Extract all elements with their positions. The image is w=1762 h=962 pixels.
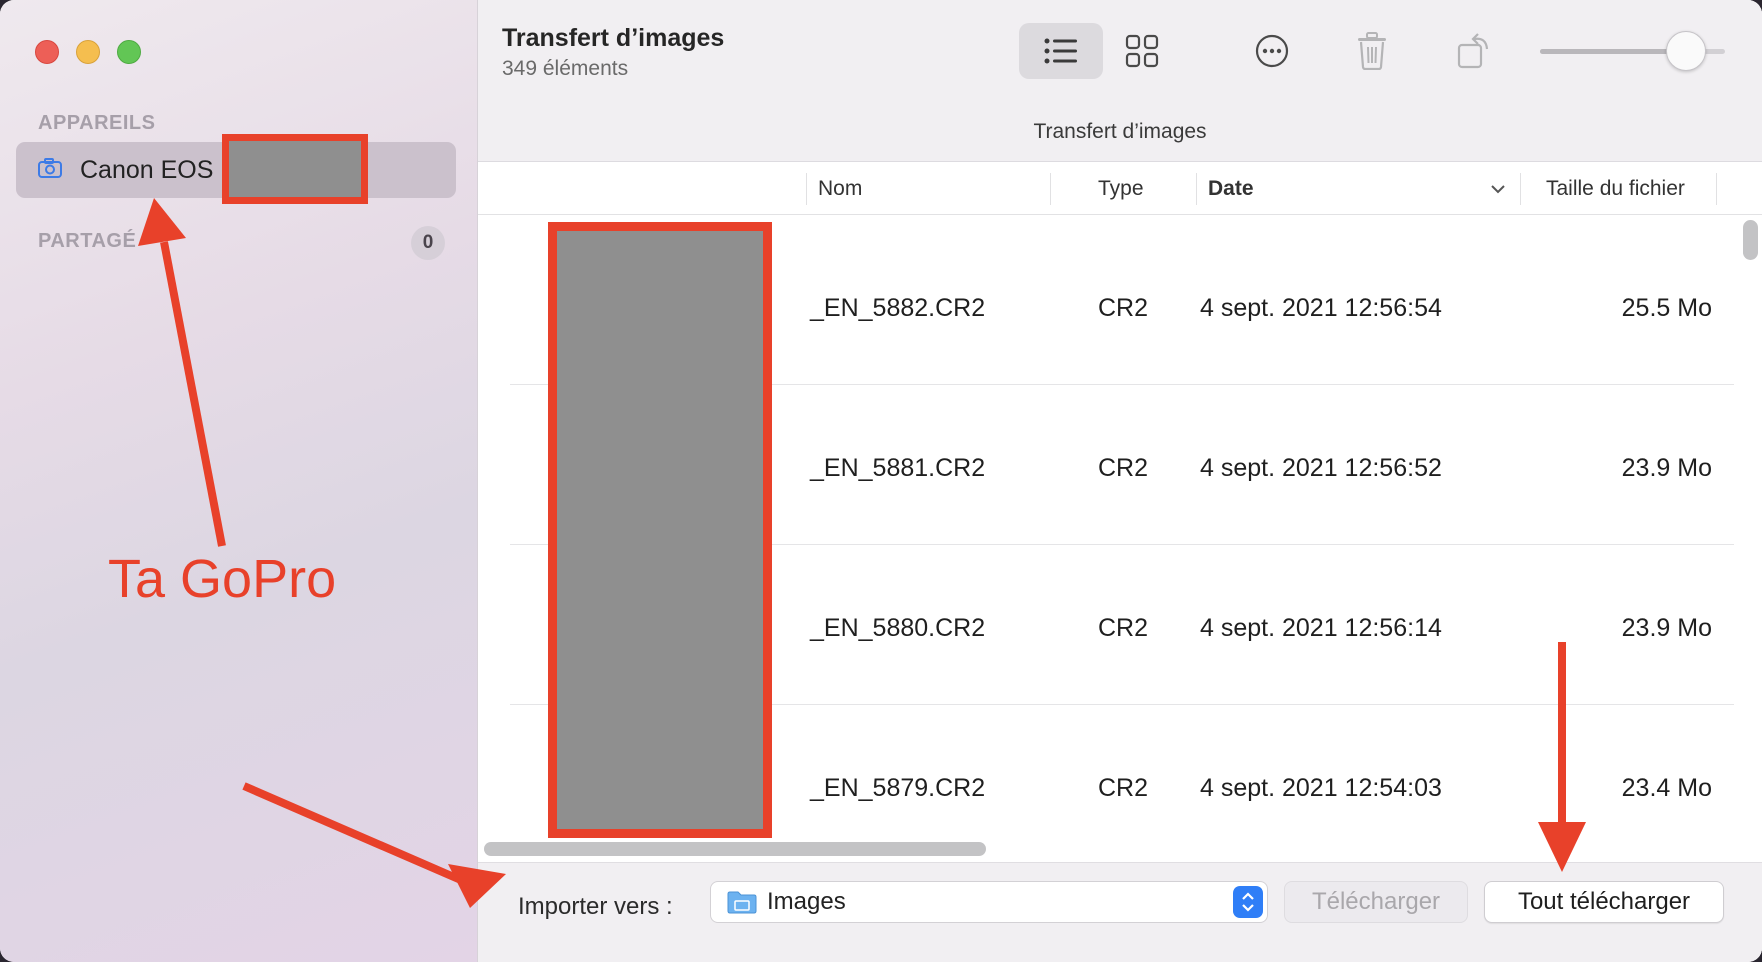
file-date: 4 sept. 2021 12:54:03: [1200, 774, 1442, 802]
file-name: _EN_5881.CR2: [810, 454, 986, 482]
image-capture-window: APPAREILS Canon EOS PARTAGÉ 0 Ta GoPro T…: [0, 0, 1762, 962]
sort-chevron-down-icon[interactable]: [1490, 184, 1506, 194]
column-separator: [1050, 173, 1051, 205]
file-date: 4 sept. 2021 12:56:52: [1200, 454, 1442, 482]
device-name-label: Canon EOS: [80, 156, 214, 184]
file-size: 25.5 Mo: [1621, 294, 1712, 322]
main-content: Transfert d’images 349 éléments Transfer…: [478, 0, 1762, 962]
column-separator: [1196, 173, 1197, 205]
camera-icon: [38, 158, 62, 178]
shared-count-badge: 0: [411, 226, 445, 260]
path-bar: Transfert d’images: [478, 110, 1762, 162]
rotate-icon: [1457, 33, 1489, 69]
grid-view-button[interactable]: [1100, 23, 1184, 79]
list-view-button[interactable]: [1019, 23, 1103, 79]
toolbar: Transfert d’images 349 éléments: [478, 0, 1762, 110]
annotation-label: Ta GoPro: [108, 549, 337, 609]
destination-select[interactable]: Images: [710, 881, 1268, 923]
file-name: _EN_5882.CR2: [810, 294, 986, 322]
file-type: CR2: [1098, 774, 1149, 802]
file-type: CR2: [1098, 614, 1149, 642]
trash-icon: [1358, 32, 1386, 70]
column-header-date[interactable]: Date: [1208, 163, 1254, 215]
table-header: Nom Type Date Taille du fichier: [478, 163, 1762, 215]
column-header-type[interactable]: Type: [1098, 163, 1144, 215]
download-button[interactable]: Télécharger: [1284, 881, 1468, 923]
rotate-button[interactable]: [1444, 23, 1504, 79]
column-header-size[interactable]: Taille du fichier: [1546, 163, 1685, 215]
download-all-button[interactable]: Tout télécharger: [1484, 881, 1724, 923]
vertical-scrollbar[interactable]: [1743, 220, 1758, 260]
column-separator: [806, 173, 807, 205]
devices-section-label: APPAREILS: [38, 112, 156, 134]
horizontal-scrollbar[interactable]: [484, 842, 986, 856]
file-size: 23.4 Mo: [1621, 774, 1712, 802]
destination-label: Images: [767, 888, 846, 915]
up-down-chevron-icon: [1242, 892, 1254, 912]
more-icon: [1255, 34, 1289, 68]
column-separator: [1716, 173, 1717, 205]
maximize-window-button[interactable]: [117, 40, 141, 64]
redacted-device-model: [222, 134, 368, 204]
item-count: 349 éléments: [502, 57, 629, 80]
column-header-name[interactable]: Nom: [818, 163, 862, 215]
shared-section-label: PARTAGÉ: [38, 230, 137, 252]
file-type: CR2: [1098, 294, 1149, 322]
file-size: 23.9 Mo: [1621, 614, 1712, 642]
redacted-thumbnails: [548, 222, 772, 838]
folder-icon: [727, 891, 757, 914]
delete-button[interactable]: [1342, 23, 1402, 79]
file-date: 4 sept. 2021 12:56:54: [1200, 294, 1442, 322]
zoom-slider-knob[interactable]: [1666, 31, 1706, 71]
minimize-window-button[interactable]: [76, 40, 100, 64]
destination-stepper[interactable]: [1233, 886, 1263, 918]
file-size: 23.9 Mo: [1621, 454, 1712, 482]
more-options-button[interactable]: [1242, 23, 1302, 79]
file-type: CR2: [1098, 454, 1149, 482]
close-window-button[interactable]: [35, 40, 59, 64]
file-date: 4 sept. 2021 12:56:14: [1200, 614, 1442, 642]
sidebar: APPAREILS Canon EOS PARTAGÉ 0 Ta GoPro: [0, 0, 478, 962]
import-bar: Importer vers : Images Télécharger Tout …: [478, 862, 1762, 962]
import-to-label: Importer vers :: [518, 893, 673, 920]
file-name: _EN_5880.CR2: [810, 614, 986, 642]
window-title: Transfert d’images: [502, 24, 725, 52]
grid-view-icon: [1125, 34, 1159, 68]
column-separator: [1520, 173, 1521, 205]
list-view-icon: [1044, 38, 1077, 64]
